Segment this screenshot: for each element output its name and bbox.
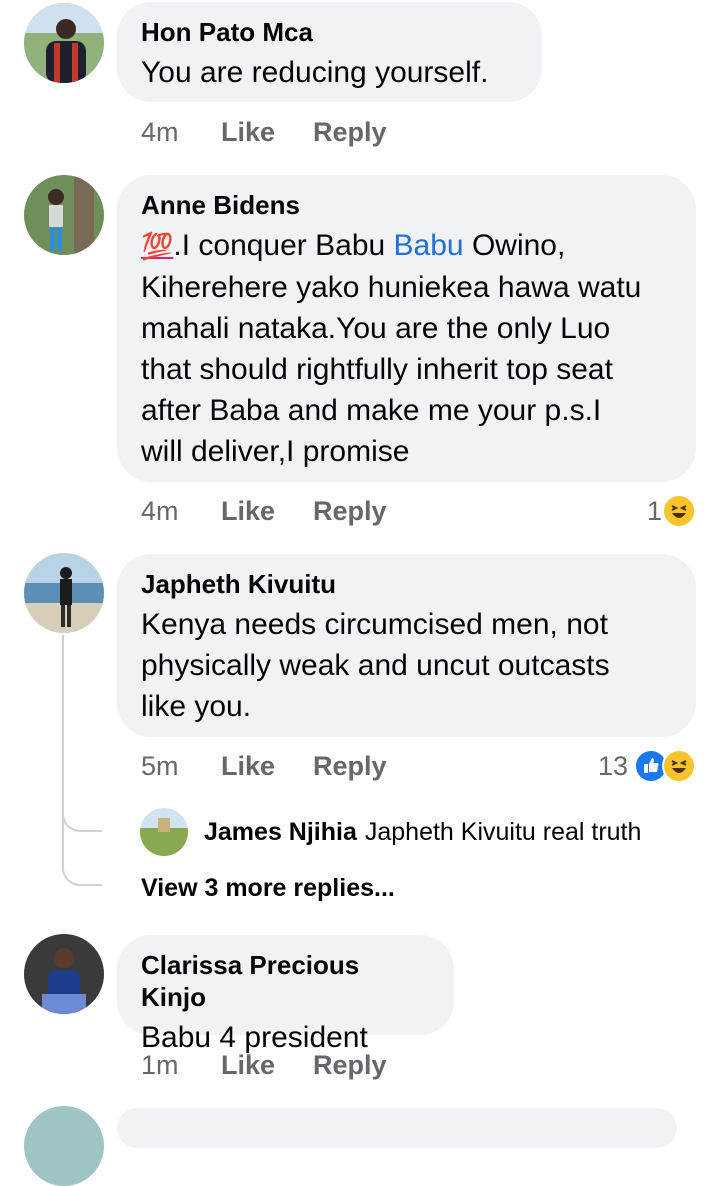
avatar-next-comment[interactable]	[24, 1106, 104, 1186]
avatar-anne-bidens[interactable]	[24, 175, 104, 255]
comment-actions: 4m Like Reply	[141, 496, 387, 527]
comment-bubble	[117, 1108, 677, 1148]
comment-author[interactable]: Clarissa Precious Kinjo	[141, 949, 430, 1013]
reply-button[interactable]: Reply	[313, 751, 387, 782]
comment-time[interactable]: 5m	[141, 751, 221, 782]
comment-author[interactable]: Hon Pato Mca	[141, 16, 518, 48]
avatar-japheth-kivuitu[interactable]	[24, 553, 104, 633]
like-button[interactable]: Like	[221, 496, 313, 527]
reply-button[interactable]: Reply	[313, 496, 387, 527]
reaction-count: 1	[646, 495, 662, 526]
thread-line	[62, 635, 64, 865]
comment-text: 💯.I conquer Babu Babu Owino, Kiherehere …	[141, 229, 642, 468]
comment-time[interactable]: 1m	[141, 1050, 221, 1081]
reply-preview[interactable]: James Njihia Japheth Kivuitu real truth	[140, 808, 641, 856]
thread-connector	[62, 862, 102, 886]
avatar-james-njihia[interactable]	[140, 808, 188, 856]
mention-link[interactable]: Babu	[394, 229, 464, 262]
comment-author[interactable]: Japheth Kivuitu	[141, 568, 672, 600]
comment-bubble: Clarissa Precious Kinjo Babu 4 president	[117, 935, 454, 1054]
comment-actions: 1m Like Reply	[141, 1050, 387, 1081]
reaction-count: 13	[597, 750, 628, 781]
like-button[interactable]: Like	[221, 751, 313, 782]
comment-bubble: Hon Pato Mca You are reducing yourself.	[117, 2, 542, 102]
haha-icon	[662, 494, 696, 528]
like-button[interactable]: Like	[221, 117, 313, 148]
comment-text: You are reducing yourself.	[141, 56, 489, 89]
comment-actions: 5m Like Reply	[141, 751, 387, 782]
like-button[interactable]: Like	[221, 1050, 313, 1081]
haha-icon	[662, 749, 696, 783]
avatar-hon-pato-mca[interactable]	[24, 3, 104, 83]
reply-button[interactable]: Reply	[313, 117, 387, 148]
avatar-clarissa-precious-kinjo[interactable]	[24, 934, 104, 1014]
reaction-summary[interactable]: 1	[647, 494, 696, 528]
reply-button[interactable]: Reply	[313, 1050, 387, 1081]
reply-text: Japheth Kivuitu real truth	[364, 817, 642, 846]
reply-author[interactable]: James Njihia	[204, 818, 357, 847]
thread-connector	[62, 808, 102, 832]
view-more-replies-link[interactable]: View 3 more replies...	[141, 874, 395, 903]
comment-bubble: Anne Bidens 💯.I conquer Babu Babu Owino,…	[117, 175, 696, 482]
comment-time[interactable]: 4m	[141, 496, 221, 527]
comment-text: Kenya needs circumcised men, not physica…	[141, 608, 610, 723]
hundred-points-emoji: 💯	[141, 231, 174, 261]
reaction-summary[interactable]: 13	[598, 749, 696, 783]
comment-bubble: Japheth Kivuitu Kenya needs circumcised …	[117, 554, 696, 737]
comment-actions: 4m Like Reply	[141, 117, 387, 148]
comment-author[interactable]: Anne Bidens	[141, 189, 672, 221]
comment-time[interactable]: 4m	[141, 117, 221, 148]
